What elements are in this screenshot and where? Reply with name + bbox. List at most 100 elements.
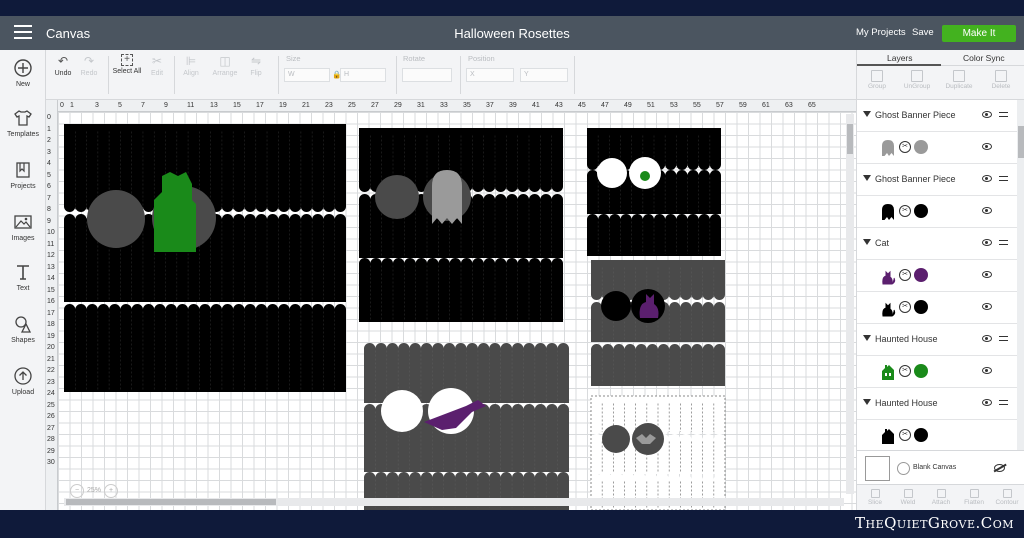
- sidebar-item-templates[interactable]: Templates: [0, 108, 46, 138]
- separator: [460, 56, 461, 94]
- layer-item[interactable]: ✂: [857, 132, 1017, 164]
- eye-icon[interactable]: [982, 175, 992, 182]
- drag-handle-icon[interactable]: [999, 240, 1008, 245]
- eye-icon[interactable]: [982, 143, 992, 150]
- layer-item[interactable]: ✂: [857, 292, 1017, 324]
- vertical-scrollbar[interactable]: [846, 114, 854, 494]
- zoom-out-icon[interactable]: −: [70, 484, 84, 498]
- tab-color-sync[interactable]: Color Sync: [963, 53, 1005, 63]
- eye-icon[interactable]: [982, 335, 992, 342]
- layers-scrollbar[interactable]: [1017, 100, 1024, 450]
- drag-handle-icon[interactable]: [999, 112, 1008, 117]
- layer-group[interactable]: Haunted House: [857, 388, 1017, 420]
- layer-item[interactable]: ✂: [857, 196, 1017, 228]
- zoom-in-icon[interactable]: +: [104, 484, 119, 498]
- layer-item[interactable]: ✂: [857, 356, 1017, 388]
- contour-button[interactable]: Contour: [993, 489, 1021, 506]
- align-dropdown[interactable]: ⊫ Align: [180, 54, 202, 77]
- flatten-button[interactable]: Flatten: [960, 489, 988, 506]
- projects-icon: [16, 162, 30, 178]
- redo-button[interactable]: ↷ Redo: [78, 54, 100, 77]
- undo-button[interactable]: ↶ Undo: [52, 54, 74, 77]
- hide-eye-icon[interactable]: [994, 464, 1005, 472]
- zoom-control[interactable]: −25% +: [70, 484, 121, 498]
- color-swatch[interactable]: [914, 364, 928, 378]
- scroll-thumb[interactable]: [847, 124, 853, 154]
- ungroup-button[interactable]: UnGroup: [903, 70, 931, 90]
- cut-operation-icon[interactable]: ✂: [899, 429, 911, 441]
- x-field[interactable]: X: [466, 68, 514, 82]
- rotate-field[interactable]: [402, 68, 452, 82]
- flip-dropdown[interactable]: ⇋ Flip: [246, 54, 266, 77]
- cut-operation-icon[interactable]: ✂: [899, 205, 911, 217]
- eye-icon[interactable]: [982, 303, 992, 310]
- eye-icon[interactable]: [982, 239, 992, 246]
- weld-button[interactable]: Weld: [894, 489, 922, 506]
- ruler-tick-label: 30: [47, 459, 55, 466]
- sidebar-item-shapes[interactable]: Shapes: [0, 314, 46, 344]
- ruler-tick-label: 55: [693, 102, 701, 109]
- save-button[interactable]: Save: [912, 27, 934, 38]
- drag-handle-icon[interactable]: [999, 176, 1008, 181]
- color-swatch[interactable]: [914, 300, 928, 314]
- delete-button[interactable]: Delete: [987, 70, 1015, 90]
- eye-icon[interactable]: [982, 367, 992, 374]
- sidebar-item-projects[interactable]: Projects: [0, 160, 46, 190]
- color-swatch[interactable]: [914, 140, 928, 154]
- attach-button[interactable]: Attach: [927, 489, 955, 506]
- design-canvas[interactable]: 0 1 3 5 7 9 11 13 15 17 19 21 23 25 27 29 31 33 35 37 39 41 43…: [46, 100, 856, 510]
- select-all-button[interactable]: + Select All: [112, 54, 142, 75]
- y-field[interactable]: Y: [520, 68, 568, 82]
- cut-operation-icon[interactable]: ✂: [899, 141, 911, 153]
- sidebar-item-text[interactable]: Text: [0, 262, 46, 292]
- layer-item[interactable]: ✂: [857, 420, 1017, 450]
- color-swatch[interactable]: [914, 204, 928, 218]
- eye-icon[interactable]: [982, 271, 992, 278]
- layer-group[interactable]: Ghost Banner Piece: [857, 164, 1017, 196]
- sidebar-item-upload[interactable]: Upload: [0, 366, 46, 396]
- cut-operation-icon[interactable]: ✂: [899, 301, 911, 313]
- contour-icon: [1002, 489, 1012, 498]
- layer-group[interactable]: Ghost Banner Piece: [857, 100, 1017, 132]
- layer-group[interactable]: Cat: [857, 228, 1017, 260]
- blank-canvas-label: Blank Canvas: [913, 464, 957, 471]
- make-it-button[interactable]: Make It: [942, 25, 1016, 42]
- eye-icon[interactable]: [982, 399, 992, 406]
- eye-icon[interactable]: [982, 207, 992, 214]
- scissors-icon: ✂: [151, 54, 163, 68]
- slice-button[interactable]: Slice: [861, 489, 889, 506]
- cut-operation-icon[interactable]: ✂: [899, 365, 911, 377]
- drag-handle-icon[interactable]: [999, 336, 1008, 341]
- ruler-tick-label: 33: [440, 102, 448, 109]
- edit-dropdown[interactable]: ✂ Edit: [146, 54, 168, 77]
- sidebar-item-new[interactable]: New: [0, 58, 46, 88]
- horizontal-scrollbar[interactable]: [64, 498, 844, 506]
- ruler-tick-label: 15: [233, 102, 241, 109]
- layer-item[interactable]: ✂: [857, 260, 1017, 292]
- drag-handle-icon[interactable]: [999, 400, 1008, 405]
- color-swatch[interactable]: [914, 428, 928, 442]
- my-projects-link[interactable]: My Projects: [856, 27, 906, 38]
- collapse-caret-icon[interactable]: [863, 335, 871, 341]
- collapse-caret-icon[interactable]: [863, 239, 871, 245]
- collapse-caret-icon[interactable]: [863, 175, 871, 181]
- color-swatch[interactable]: [914, 268, 928, 282]
- eye-icon[interactable]: [982, 111, 992, 118]
- align-label: Align: [183, 70, 199, 77]
- canvas-color-swatch[interactable]: [865, 456, 890, 481]
- canvas-color-picker[interactable]: [897, 462, 910, 475]
- arrange-dropdown[interactable]: ◫ Arrange: [210, 54, 240, 77]
- collapse-caret-icon[interactable]: [863, 111, 871, 117]
- tab-layers[interactable]: Layers: [887, 53, 913, 63]
- cut-operation-icon[interactable]: ✂: [899, 269, 911, 281]
- collapse-caret-icon[interactable]: [863, 399, 871, 405]
- scroll-thumb[interactable]: [1018, 126, 1024, 158]
- width-field[interactable]: W: [284, 68, 330, 82]
- group-button[interactable]: Group: [863, 70, 891, 90]
- layer-group[interactable]: Haunted House: [857, 324, 1017, 356]
- hamburger-menu-icon[interactable]: [14, 25, 32, 41]
- duplicate-button[interactable]: Duplicate: [945, 70, 973, 90]
- scroll-thumb[interactable]: [66, 499, 276, 505]
- sidebar-item-images[interactable]: Images: [0, 212, 46, 242]
- height-field[interactable]: H: [340, 68, 386, 82]
